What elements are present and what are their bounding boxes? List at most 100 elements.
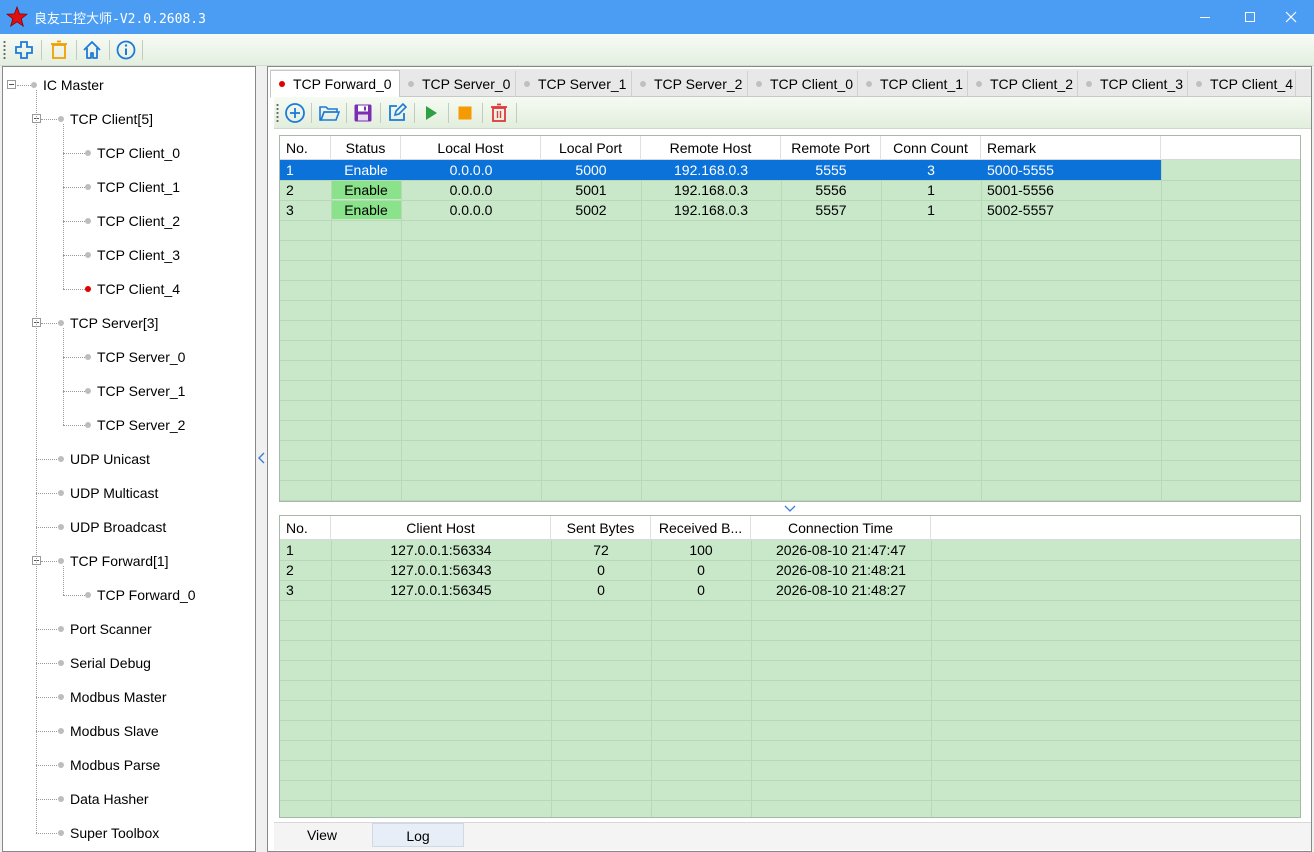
tree-item[interactable]: Modbus Slave (58, 721, 159, 741)
tree-item[interactable]: TCP Client_3 (85, 245, 180, 265)
maximize-button[interactable] (1227, 0, 1273, 34)
column-header[interactable]: Remark (981, 136, 1161, 160)
tree-item[interactable]: Port Scanner (58, 619, 152, 639)
tree-item-label: TCP Client_1 (97, 179, 181, 195)
tree-item[interactable]: TCP Server_2 (85, 415, 185, 435)
node-dot-icon (85, 218, 91, 224)
column-header[interactable]: Connection Time (751, 516, 931, 540)
tree-item[interactable]: Modbus Parse (58, 755, 160, 775)
tree-item[interactable]: Data Hasher (58, 789, 149, 809)
splitter-down-arrow-icon[interactable] (784, 505, 796, 513)
tab-tcp-client-3[interactable]: TCP Client_3 (1078, 71, 1188, 97)
stop-button[interactable] (453, 101, 477, 125)
tree-item[interactable]: Modbus Master (58, 687, 166, 707)
tree-item-label: TCP Server[3] (70, 315, 159, 331)
column-header[interactable]: No. (280, 516, 331, 540)
node-dot-icon (31, 82, 37, 88)
tree-item[interactable]: TCP Forward_0 (85, 585, 196, 605)
add-rule-button[interactable] (283, 101, 307, 125)
status-badge: Enable (344, 202, 388, 218)
toolbar-grip[interactable] (3, 40, 6, 60)
node-dot-icon (58, 694, 64, 700)
tab-tcp-forward-0[interactable]: TCP Forward_0 (270, 70, 400, 98)
tree-item-label: Data Hasher (70, 791, 149, 807)
tab-tcp-server-0[interactable]: TCP Server_0 (400, 71, 516, 97)
tree-item[interactable]: UDP Unicast (58, 449, 150, 469)
tree-item[interactable]: TCP Forward[1] (58, 551, 169, 571)
table-cell: 2026-08-10 21:48:27 (776, 582, 906, 598)
tab-tcp-client-2[interactable]: TCP Client_2 (968, 71, 1078, 97)
table-cell: 1 (927, 202, 935, 218)
home-button[interactable] (80, 38, 104, 62)
table-row[interactable]: 3 Enable 0.0.0.0 5002 192.168.0.3 5557 1 5002-5… (280, 200, 1300, 220)
info-button[interactable] (114, 38, 138, 62)
column-header[interactable]: No. (280, 136, 331, 160)
collapse-left-panel-icon[interactable] (257, 450, 266, 466)
tree-item-label: UDP Unicast (70, 451, 150, 467)
tree-item[interactable]: TCP Server_1 (85, 381, 185, 401)
tree-item-label: TCP Server_0 (97, 349, 186, 365)
column-header[interactable]: Status (331, 136, 401, 160)
tree-item[interactable]: TCP Client_1 (85, 177, 180, 197)
status-badge: Enable (344, 162, 388, 178)
table-header: No. Status Local Host Local Port Remote Host… (280, 136, 1300, 160)
tab-label: TCP Server_2 (654, 76, 743, 92)
tab-label: TCP Client_4 (1210, 76, 1294, 92)
tree-item[interactable]: TCP Client[5] (58, 109, 153, 129)
tree-item[interactable]: Super Toolbox (58, 823, 159, 843)
tree-item[interactable]: TCP Client_0 (85, 143, 180, 163)
tree-item[interactable]: Serial Debug (58, 653, 151, 673)
close-button[interactable] (1268, 0, 1314, 34)
title-bar: 良友工控大师-V2.0.2608.3 (0, 0, 1314, 34)
node-dot-icon (85, 252, 91, 258)
tab-tcp-server-2[interactable]: TCP Server_2 (632, 71, 748, 97)
column-header[interactable]: Client Host (331, 516, 551, 540)
table-cell: 192.168.0.3 (674, 202, 748, 218)
column-header[interactable]: Remote Host (641, 136, 781, 160)
table-row[interactable]: 1 Enable 0.0.0.0 5000 192.168.0.3 5555 3 5000-5… (280, 160, 1300, 180)
column-header[interactable]: Local Host (401, 136, 541, 160)
column-header[interactable]: Received B... (651, 516, 751, 540)
tree-root-ic-master[interactable]: IC Master (31, 75, 104, 95)
start-button[interactable] (419, 101, 443, 125)
table-row[interactable]: 3 127.0.0.1:56345 0 0 2026-08-10 21:48:27 (280, 580, 1300, 600)
active-tab-dot-icon (279, 81, 285, 87)
tab-tcp-client-0[interactable]: TCP Client_0 (748, 71, 858, 97)
window-title: 良友工控大师-V2.0.2608.3 (34, 12, 206, 27)
edit-button[interactable] (385, 101, 409, 125)
save-button[interactable] (351, 101, 375, 125)
tree-item[interactable]: TCP Client_4 (85, 279, 180, 299)
tree-item[interactable]: UDP Multicast (58, 483, 158, 503)
tab-tcp-client-4[interactable]: TCP Client_4 (1188, 71, 1296, 97)
node-dot-icon (58, 830, 64, 836)
tab-label: TCP Forward_0 (293, 76, 392, 92)
tab-label: TCP Client_1 (880, 76, 964, 92)
tab-tcp-client-1[interactable]: TCP Client_1 (858, 71, 968, 97)
tab-log[interactable]: Log (372, 823, 464, 847)
table-row[interactable]: 2 127.0.0.1:56343 0 0 2026-08-10 21:48:21 (280, 560, 1300, 580)
tree-item-label: TCP Client_3 (97, 247, 181, 263)
delete-rule-button[interactable] (487, 101, 511, 125)
add-button[interactable] (12, 38, 36, 62)
tree-expander[interactable] (7, 80, 16, 89)
table-row[interactable]: 2 Enable 0.0.0.0 5001 192.168.0.3 5556 1 5001-5… (280, 180, 1300, 200)
open-button[interactable] (317, 101, 341, 125)
column-header[interactable]: Conn Count (881, 136, 981, 160)
tree-item[interactable]: UDP Broadcast (58, 517, 166, 537)
column-header[interactable]: Sent Bytes (551, 516, 651, 540)
node-dot-icon (58, 456, 64, 462)
tab-label: TCP Server_1 (538, 76, 627, 92)
delete-button[interactable] (47, 38, 71, 62)
minimize-button[interactable] (1182, 0, 1228, 34)
tree-item-label: TCP Server_1 (97, 383, 186, 399)
tree-item[interactable]: TCP Server[3] (58, 313, 158, 333)
column-header[interactable]: Local Port (541, 136, 641, 160)
tree-item[interactable]: TCP Server_0 (85, 347, 185, 367)
table-row[interactable]: 1 127.0.0.1:56334 72 100 2026-08-10 21:47:47 (280, 540, 1300, 560)
node-dot-icon (58, 490, 64, 496)
tree-item[interactable]: TCP Client_2 (85, 211, 180, 231)
column-header[interactable]: Remote Port (781, 136, 881, 160)
table-cell: 5000 (575, 162, 607, 178)
tab-view[interactable]: View (274, 823, 370, 847)
tab-tcp-server-1[interactable]: TCP Server_1 (516, 71, 632, 97)
